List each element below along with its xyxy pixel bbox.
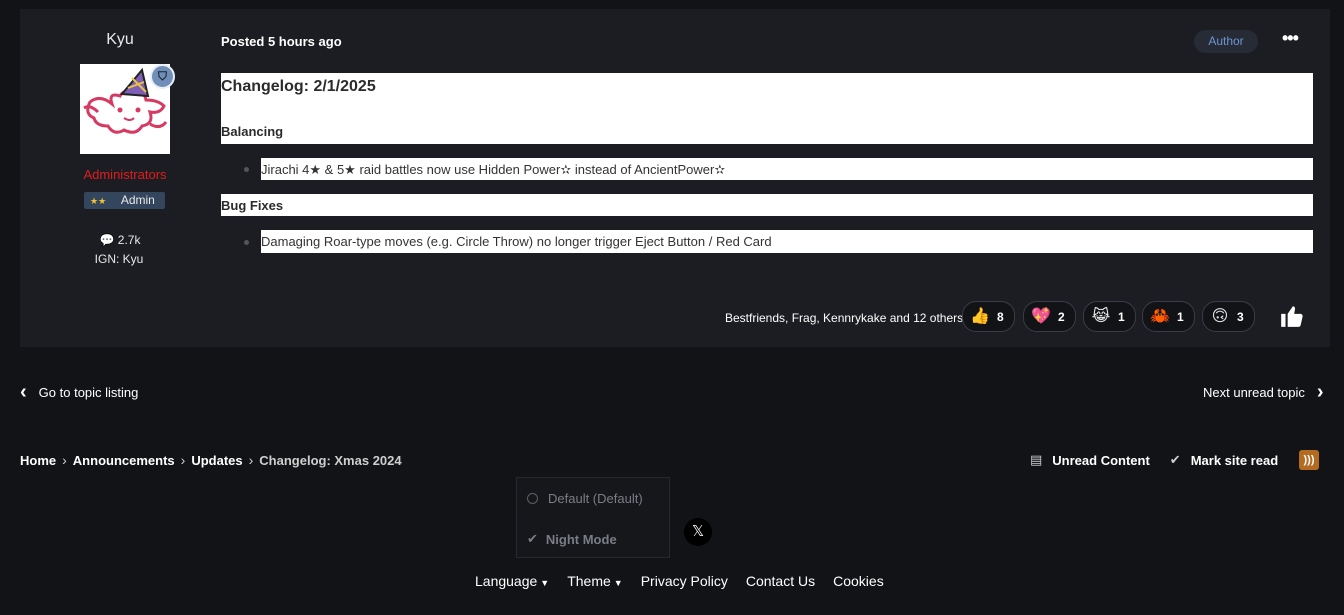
chevron-right-icon: › [1316, 381, 1324, 403]
chevron-right-icon: › [62, 452, 67, 468]
author-badge: Author [1194, 30, 1258, 53]
user-group: Administrators [83, 167, 167, 182]
breadcrumb-current: Changelog: Xmas 2024 [259, 452, 402, 468]
comment-icon: 💬 [99, 233, 115, 247]
chevron-left-icon: ‹ [20, 381, 27, 403]
breadcrumb-updates[interactable]: Updates [191, 453, 242, 468]
go-to-topic-listing-link[interactable]: ‹ Go to topic listing [20, 381, 138, 403]
unread-content-link[interactable]: Unread Content [1052, 453, 1150, 468]
ign-label: IGN: Kyu [94, 252, 144, 266]
privacy-policy-link[interactable]: Privacy Policy [641, 573, 728, 589]
like-button[interactable] [1278, 303, 1306, 331]
check-icon: ✔ [527, 531, 538, 546]
theme-option-default[interactable]: Default (Default) [527, 491, 643, 506]
thumbs-up-icon: 👍 [970, 307, 990, 325]
changelog-title: Changelog: 2/1/2025 [221, 78, 376, 95]
changelog-item: Jirachi 4★ & 5★ raid battles now use Hid… [261, 162, 726, 177]
theme-option-night[interactable]: ✔ Night Mode [527, 531, 617, 547]
reactions-summary[interactable]: Bestfriends, Frag, Kennrykake and 12 oth… [725, 311, 963, 325]
caret-down-icon: ▼ [540, 578, 550, 588]
newspaper-icon: ▤ [1030, 452, 1043, 467]
post-timestamp[interactable]: Posted 5 hours ago [221, 34, 342, 49]
heart-icon: 💖 [1031, 307, 1051, 325]
rss-icon[interactable]: ))) [1299, 450, 1319, 470]
section-highlight [221, 194, 1313, 216]
star-icon: ★★ [90, 196, 107, 206]
mark-site-read-link[interactable]: Mark site read [1191, 453, 1278, 468]
more-options-button[interactable]: ••• [1282, 29, 1304, 47]
caret-down-icon: ▼ [613, 578, 623, 588]
cookies-link[interactable]: Cookies [833, 573, 884, 589]
chevron-right-icon: › [248, 452, 254, 468]
rank-label: Admin [120, 193, 155, 207]
chevron-right-icon: › [180, 452, 186, 468]
reaction-laugh[interactable]: 😹 1 [1083, 301, 1136, 332]
reaction-crab[interactable]: 🦀 1 [1142, 301, 1195, 332]
shield-icon: ⛉ [150, 64, 175, 89]
contact-us-link[interactable]: Contact Us [746, 573, 815, 589]
footer-links: Language ▼ Theme ▼ Privacy Policy Contact … [475, 573, 902, 589]
footer-actions: ▤ Unread Content ✔ Mark site read [1030, 452, 1278, 468]
check-icon: ✔ [1169, 452, 1181, 467]
reaction-upside-down[interactable]: 🙃 3 [1202, 301, 1255, 332]
section-balancing: Balancing [221, 124, 284, 139]
x-social-icon[interactable]: 𝕏 [684, 518, 712, 546]
bullet-icon [244, 240, 249, 245]
radio-icon [527, 493, 538, 504]
upside-down-face-icon: 🙃 [1211, 307, 1229, 325]
reaction-heart[interactable]: 💖 2 [1023, 301, 1076, 332]
breadcrumb-announcements[interactable]: Announcements [73, 453, 175, 468]
theme-dropdown: Default (Default) ✔ Night Mode [516, 477, 670, 558]
crab-icon: 🦀 [1150, 307, 1170, 325]
next-unread-topic-link[interactable]: Next unread topic › [1203, 381, 1324, 403]
section-bug-fixes: Bug Fixes [221, 198, 284, 213]
rank-badge: ★★ Admin [84, 192, 165, 209]
theme-menu-toggle[interactable]: Theme ▼ [567, 573, 623, 589]
breadcrumb: Home › Announcements › Updates › Changel… [20, 452, 402, 468]
author-name[interactable]: Kyu [20, 31, 220, 49]
post-count: 💬 2.7k [99, 233, 141, 247]
thumbs-up-icon [1281, 306, 1303, 327]
language-menu[interactable]: Language ▼ [475, 573, 549, 589]
changelog-item: Damaging Roar-type moves (e.g. Circle Th… [261, 234, 772, 249]
title-highlight [221, 73, 1313, 144]
bullet-icon [244, 167, 249, 172]
breadcrumb-home[interactable]: Home [20, 453, 56, 468]
post-container: Kyu ⛉ Administrators ★★ Admin 💬 2.7k IGN… [20, 9, 1330, 347]
reaction-like[interactable]: 👍 8 [962, 301, 1015, 332]
laughing-cat-icon: 😹 [1091, 307, 1111, 325]
